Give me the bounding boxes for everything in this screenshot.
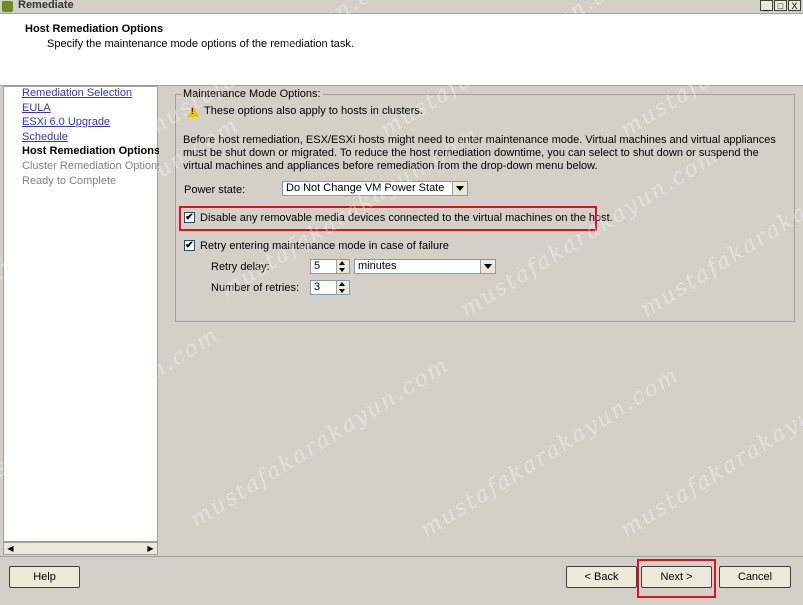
group-title: Maintenance Mode Options:	[181, 88, 323, 100]
retry-delay-stepper[interactable]: 5	[310, 259, 350, 274]
window-controls: _ □ X	[760, 0, 801, 11]
retries-stepper[interactable]: 3	[310, 280, 350, 295]
nav-item-ready-to-complete: Ready to Complete	[22, 175, 117, 187]
nav-item-eula[interactable]: EULA	[22, 102, 51, 114]
cancel-button[interactable]: Cancel	[719, 566, 791, 588]
window-title: Remediate	[18, 0, 74, 11]
help-button[interactable]: Help	[9, 566, 80, 588]
retry-delay-unit-value: minutes	[358, 260, 397, 272]
retry-delay-value: 5	[314, 260, 321, 272]
wizard-header: Host Remediation Options Specify the mai…	[0, 14, 803, 86]
maintenance-description: Before host remediation, ESX/ESXi hosts …	[183, 134, 776, 172]
chevron-down-icon[interactable]	[452, 182, 467, 195]
warning-icon	[187, 106, 199, 117]
nav-item-schedule[interactable]: Schedule	[22, 131, 68, 143]
disable-media-checkbox[interactable]: ✔	[184, 212, 195, 223]
retries-label: Number of retries:	[211, 282, 300, 294]
stepper-arrows-icon[interactable]	[336, 260, 349, 273]
maximize-button[interactable]: □	[774, 0, 787, 11]
wizard-steps-panel: Remediation Selection EULA ESXi 6.0 Upgr…	[3, 86, 163, 542]
retry-maintenance-checkbox[interactable]: ✔	[184, 240, 195, 251]
retry-maintenance-label: Retry entering maintenance mode in case …	[200, 240, 449, 252]
nav-item-remediation-selection[interactable]: Remediation Selection	[22, 87, 132, 99]
next-button[interactable]: Next >	[641, 566, 712, 588]
power-state-label: Power state:	[184, 184, 246, 196]
nav-item-esxi-upgrade[interactable]: ESXi 6.0 Upgrade	[22, 116, 110, 128]
warning-text: These options also apply to hosts in clu…	[204, 105, 423, 117]
retries-value: 3	[314, 281, 321, 293]
scroll-left-arrow-icon[interactable]: ◀	[5, 543, 16, 554]
close-button[interactable]: X	[788, 0, 801, 11]
back-button[interactable]: < Back	[566, 566, 637, 588]
chevron-down-icon[interactable]	[480, 260, 495, 273]
nav-item-host-remediation-options: Host Remediation Options	[22, 145, 161, 157]
power-state-value: Do Not Change VM Power State	[286, 182, 445, 194]
nav-horizontal-scrollbar[interactable]: ◀ ▶	[3, 542, 158, 555]
page-subtitle: Specify the maintenance mode options of …	[47, 38, 354, 50]
page-title: Host Remediation Options	[25, 23, 164, 35]
stepper-arrows-icon[interactable]	[336, 281, 349, 294]
retry-delay-unit-dropdown[interactable]: minutes	[354, 259, 496, 274]
disable-media-label: Disable any removable media devices conn…	[200, 212, 613, 224]
minimize-button[interactable]: _	[760, 0, 773, 11]
power-state-dropdown[interactable]: Do Not Change VM Power State	[282, 181, 468, 196]
window-titlebar: Remediate _ □ X	[0, 0, 803, 14]
retry-delay-label: Retry delay:	[211, 261, 270, 273]
nav-item-cluster-remediation-options: Cluster Remediation Options	[22, 160, 163, 172]
scroll-right-arrow-icon[interactable]: ▶	[145, 543, 156, 554]
app-icon	[2, 1, 13, 12]
